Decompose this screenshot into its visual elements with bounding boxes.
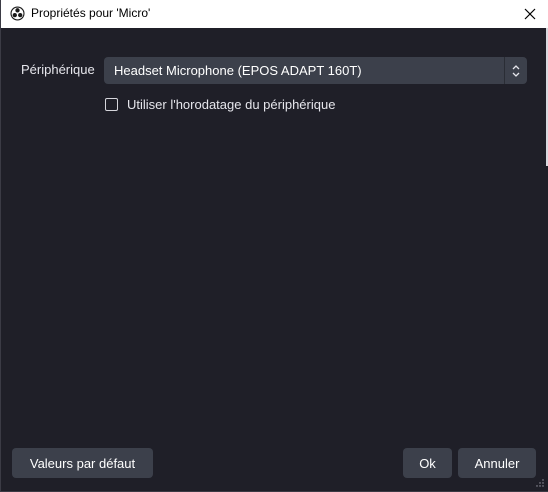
window-title: Propriétés pour 'Micro' [31,6,151,20]
cancel-button[interactable]: Annuler [458,448,536,478]
timestamp-option[interactable]: Utiliser l'horodatage du périphérique [105,97,335,112]
device-label: Périphérique [21,62,95,77]
obs-logo-icon [10,6,25,21]
resize-grip-icon[interactable] [536,479,544,487]
properties-dialog: Propriétés pour 'Micro' Périphérique Hea… [0,0,548,492]
timestamp-checkbox[interactable] [105,98,118,111]
close-button[interactable] [518,2,542,26]
device-select-value: Headset Microphone (EPOS ADAPT 160T) [114,63,362,78]
device-select[interactable]: Headset Microphone (EPOS ADAPT 160T) [104,57,527,84]
title-bar[interactable]: Propriétés pour 'Micro' [1,0,548,28]
up-down-arrows-icon [512,64,520,77]
close-icon [524,8,536,20]
select-spin-button[interactable] [504,57,527,84]
defaults-button[interactable]: Valeurs par défaut [12,448,153,478]
timestamp-checkbox-label: Utiliser l'horodatage du périphérique [127,97,336,112]
ok-button[interactable]: Ok [403,448,452,478]
